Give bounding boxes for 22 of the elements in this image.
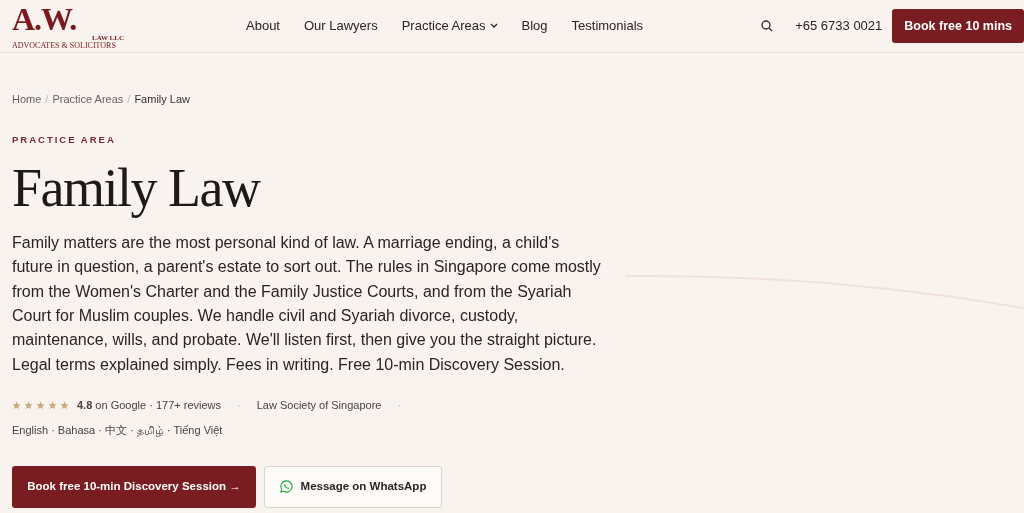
nav-link[interactable]: Our Lawyers [304,16,378,36]
phone-link[interactable]: +65 6733 0021 [795,16,883,36]
eyebrow-label: PRACTICE AREA [12,132,117,147]
chat-bubble-icon [279,480,293,494]
discovery-session-button[interactable]: Book free 10-min Discovery Session → [12,465,256,508]
book-button[interactable]: Book free 10 mins [892,8,1024,44]
rating-text: 4.8 on Google · 177+ reviews [77,398,221,414]
languages-text: English · Bahasa · 中文 · தமிழ் · Tiếng Việt [12,422,223,439]
credential-text: Law Society of Singapore [256,398,382,414]
nav-link[interactable]: Testimonials [571,16,644,36]
intro-paragraph: Family matters are the most personal kind of law. A marriage ending, a child's future in question, a parent's estate to sort out. The rules in Singapore come mostly from the Women's Charter and the Family Justice Courts, and from the Syariah Court for Muslim couples. We handle civil and Syariah divorce, custody, maintenance, wills, and probate. We'll listen first, then give you the straight picture. Legal terms explained simply. Fees in writing. Free 10-min Discovery Session. [12,232,602,375]
nav-link[interactable]: Practice Areas [401,16,498,36]
separator-dot: · [397,398,402,414]
breadcrumb-separator: / [127,92,131,107]
breadcrumb-link[interactable]: Practice Areas [52,91,124,108]
whatsapp-button[interactable]: Message on WhatsApp [264,465,442,508]
breadcrumb-link[interactable]: Home [12,91,42,108]
nav-link[interactable]: Blog [521,16,548,36]
breadcrumb-separator: / [45,92,49,107]
search-icon[interactable] [761,20,774,32]
nav-link[interactable]: About [246,16,280,36]
separator-dot: · [237,398,241,414]
